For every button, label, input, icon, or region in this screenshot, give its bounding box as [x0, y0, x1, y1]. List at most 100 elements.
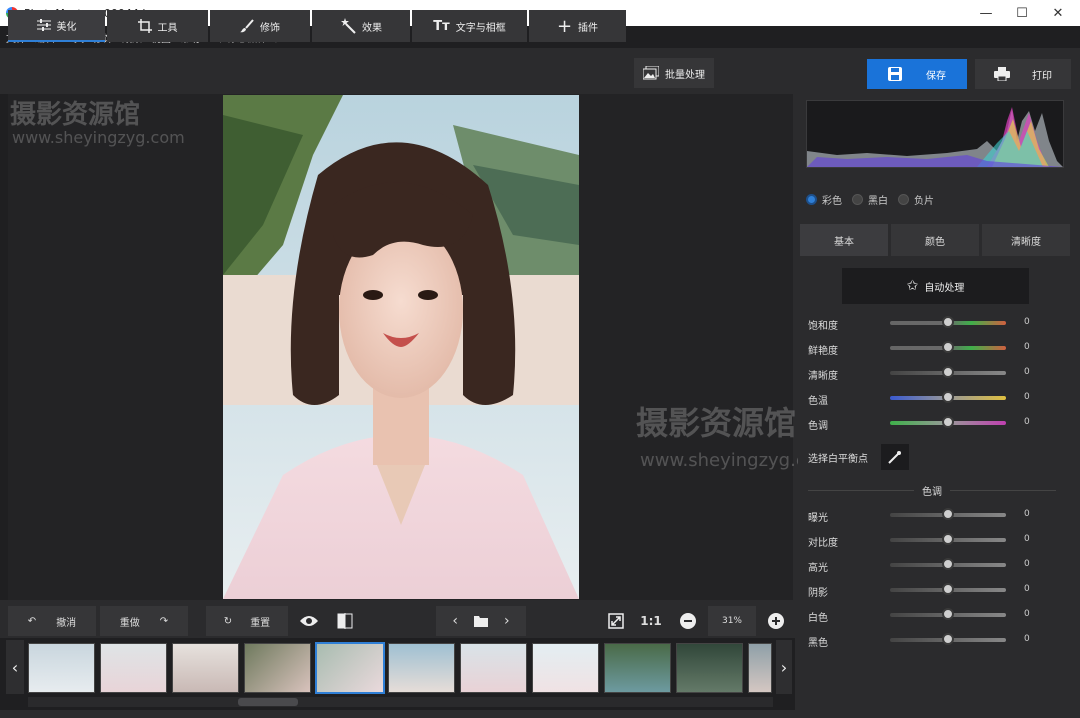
- slider-knob[interactable]: [942, 533, 954, 545]
- zoom-out-icon: [680, 613, 696, 629]
- slider-label: 清晰度: [808, 371, 838, 382]
- thumbnail[interactable]: [244, 643, 311, 693]
- star-sparkle-icon: ✩: [906, 278, 919, 294]
- zoom-level[interactable]: 31%: [708, 606, 756, 636]
- slider-tint[interactable]: 色调 0: [808, 415, 1048, 432]
- slider-value: 0: [1024, 317, 1030, 327]
- tab-basic[interactable]: 基本: [800, 224, 888, 256]
- undo-button[interactable]: ↶ 撤消: [8, 606, 96, 636]
- slider-value: 0: [1024, 342, 1030, 352]
- slider-contrast[interactable]: 对比度 0: [808, 532, 1048, 549]
- tab-effects[interactable]: 效果: [312, 10, 410, 42]
- folder-icon[interactable]: [474, 615, 488, 627]
- slider-knob[interactable]: [942, 508, 954, 520]
- redo-button[interactable]: 重做 ↷: [100, 606, 188, 636]
- filmstrip-prev-button[interactable]: ‹: [6, 640, 24, 694]
- slider-knob[interactable]: [942, 391, 954, 403]
- tab-sharpness[interactable]: 清晰度: [982, 224, 1070, 256]
- slider-knob[interactable]: [942, 341, 954, 353]
- tab-tools[interactable]: 工具: [107, 10, 208, 42]
- thumbnail[interactable]: [532, 643, 599, 693]
- thumbnail[interactable]: [100, 643, 167, 693]
- slider-clarity[interactable]: 清晰度 0: [808, 365, 1048, 382]
- thumbnail[interactable]: [676, 643, 743, 693]
- tab-retouch[interactable]: 修饰: [210, 10, 310, 42]
- fit-screen-icon: [608, 613, 624, 629]
- tab-label: 修饰: [260, 22, 280, 34]
- undo-icon: ↶: [27, 615, 37, 627]
- slider-knob[interactable]: [942, 583, 954, 595]
- portrait-image: [223, 95, 579, 599]
- tab-plugins[interactable]: + 插件: [529, 10, 626, 42]
- maximize-button[interactable]: ☐: [1004, 0, 1040, 26]
- next-image-icon[interactable]: ›: [504, 613, 510, 629]
- slider-knob[interactable]: [942, 316, 954, 328]
- tone-section-header: 色调: [800, 482, 1064, 498]
- slider-temperature[interactable]: 色温 0: [808, 390, 1048, 407]
- minimize-button[interactable]: —: [968, 0, 1004, 26]
- prev-image-icon[interactable]: ‹: [452, 613, 458, 629]
- eye-icon: [300, 616, 318, 626]
- tab-label: 美化: [56, 21, 77, 33]
- redo-icon: ↷: [159, 615, 169, 627]
- slider-exposure[interactable]: 曝光 0: [808, 507, 1048, 524]
- slider-knob[interactable]: [942, 633, 954, 645]
- thumbnail[interactable]: [388, 643, 455, 693]
- save-label: 保存: [926, 70, 946, 82]
- slider-highlights[interactable]: 高光 0: [808, 557, 1048, 574]
- white-balance-picker-button[interactable]: [881, 444, 909, 470]
- thumbnail[interactable]: [172, 643, 239, 693]
- print-button[interactable]: 打印: [975, 59, 1071, 89]
- filmstrip-scrollbar[interactable]: [28, 697, 773, 707]
- close-button[interactable]: ✕: [1040, 0, 1076, 26]
- save-button[interactable]: 保存: [867, 59, 967, 89]
- zoom-in-button[interactable]: [764, 606, 788, 636]
- text-icon: Tт: [433, 18, 450, 34]
- thumbnail[interactable]: [748, 643, 772, 693]
- zoom-out-button[interactable]: [676, 606, 700, 636]
- tab-label: 工具: [157, 22, 178, 34]
- tab-text-frames[interactable]: Tт 文字与相框: [412, 10, 527, 42]
- navigation-group: ‹ ›: [436, 606, 526, 636]
- undo-label: 撤消: [56, 617, 77, 629]
- radio-color[interactable]: 彩色: [806, 192, 842, 207]
- slider-label: 高光: [808, 563, 828, 574]
- slider-knob[interactable]: [942, 608, 954, 620]
- batch-process-button[interactable]: 批量处理: [634, 58, 714, 88]
- scrollbar-thumb[interactable]: [238, 698, 298, 706]
- slider-shadows[interactable]: 阴影 0: [808, 582, 1048, 599]
- slider-vibrance[interactable]: 鲜艳度 0: [808, 340, 1048, 357]
- radio-dot: [806, 193, 817, 205]
- watermark-url: www.sheyingzyg.com: [12, 128, 185, 147]
- radio-bw[interactable]: 黑白: [852, 192, 888, 207]
- reset-label: 重置: [250, 617, 271, 629]
- side-collapse-strip[interactable]: [0, 94, 8, 600]
- fit-to-screen-button[interactable]: [604, 606, 628, 636]
- filmstrip-next-button[interactable]: ›: [776, 640, 792, 694]
- slider-whites[interactable]: 白色 0: [808, 607, 1048, 624]
- radio-dot: [898, 193, 909, 205]
- photo-preview[interactable]: [223, 95, 579, 599]
- slider-knob[interactable]: [942, 558, 954, 570]
- reset-button[interactable]: ↻ 重置: [206, 606, 288, 636]
- slider-label: 对比度: [808, 538, 838, 549]
- radio-negative[interactable]: 负片: [898, 192, 934, 207]
- plus-icon: +: [556, 15, 573, 37]
- slider-blacks[interactable]: 黑色 0: [808, 632, 1048, 649]
- color-mode-group: 彩色 黑白 负片: [806, 188, 944, 210]
- slider-knob[interactable]: [942, 416, 954, 428]
- actual-size-button[interactable]: 1:1: [636, 606, 666, 636]
- slider-saturation[interactable]: 饱和度 0: [808, 315, 1048, 332]
- slider-value: 0: [1024, 559, 1030, 569]
- compare-button[interactable]: [330, 606, 360, 636]
- tab-color[interactable]: 颜色: [891, 224, 979, 256]
- section-title: 色调: [922, 486, 942, 498]
- auto-correct-button[interactable]: ✩ 自动处理: [842, 268, 1029, 304]
- thumbnail[interactable]: [28, 643, 95, 693]
- slider-knob[interactable]: [942, 366, 954, 378]
- thumbnail[interactable]: [604, 643, 671, 693]
- thumbnail[interactable]: [460, 643, 527, 693]
- tab-enhance[interactable]: 美化: [8, 10, 105, 42]
- preview-eye-button[interactable]: [294, 606, 324, 636]
- thumbnail-selected[interactable]: [315, 642, 385, 694]
